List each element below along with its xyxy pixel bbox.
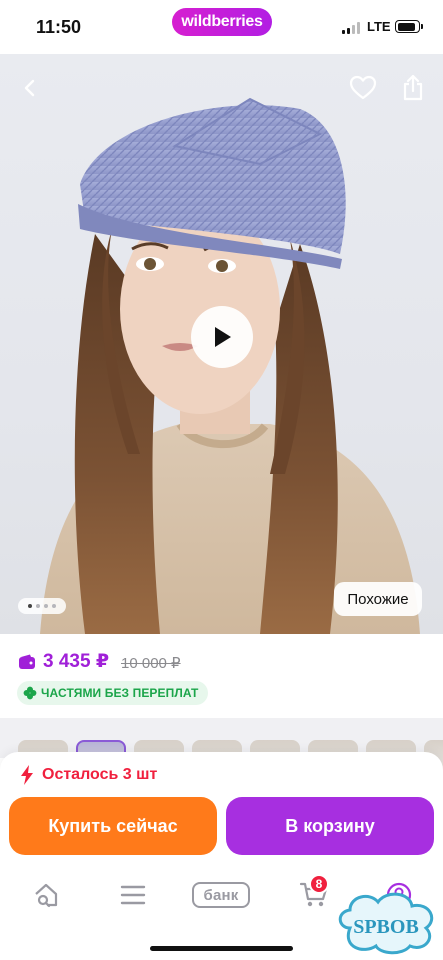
current-price: 3 435 ₽ <box>43 651 110 672</box>
pager-dot <box>28 604 32 608</box>
pager-dot <box>36 604 40 608</box>
pager-dot <box>52 604 56 608</box>
favorite-button[interactable] <box>345 70 381 106</box>
tab-bank[interactable]: банк <box>192 878 250 912</box>
watermark-text: SPBOB <box>353 916 419 938</box>
old-price: 10 000 ₽ <box>121 655 181 672</box>
price-block: 3 435 ₽ 10 000 ₽ ЧАСТЯМИ БЕЗ ПЕРЕПЛАТ <box>0 634 443 726</box>
tab-catalog[interactable] <box>115 878 151 912</box>
stock-text: Осталось 3 шт <box>42 766 158 783</box>
home-indicator <box>150 946 293 951</box>
lightning-icon <box>21 765 33 785</box>
network-type: LTE <box>367 19 391 34</box>
battery-tip <box>421 24 423 29</box>
buy-now-button[interactable]: Купить сейчас <box>9 797 217 855</box>
menu-icon <box>120 885 146 905</box>
play-video-button[interactable] <box>191 306 253 368</box>
share-icon <box>403 74 423 101</box>
battery-icon <box>395 20 420 33</box>
brand-logo[interactable]: wildberries <box>172 8 272 36</box>
bank-label: банк <box>192 882 250 908</box>
spbob-watermark: SPBOB <box>338 892 434 955</box>
add-to-cart-button[interactable]: В корзину <box>226 797 434 855</box>
play-icon <box>215 327 231 347</box>
share-button[interactable] <box>395 70 431 106</box>
stock-indicator: Осталось 3 шт <box>20 765 157 785</box>
status-bar: 11:50 wildberries LTE <box>0 0 443 54</box>
home-search-icon <box>35 883 58 908</box>
installments-label: ЧАСТЯМИ БЕЗ ПЕРЕПЛАТ <box>41 686 199 700</box>
status-time: 11:50 <box>36 17 82 37</box>
tab-home[interactable] <box>28 878 64 912</box>
clover-icon <box>23 686 37 700</box>
chevron-left-icon <box>24 79 35 97</box>
wallet-icon <box>19 654 35 669</box>
cart-count-badge: 8 <box>309 874 329 894</box>
installments-badge[interactable]: ЧАСТЯМИ БЕЗ ПЕРЕПЛАТ <box>17 681 209 705</box>
cellular-signal-icon <box>342 22 362 34</box>
heart-icon <box>349 75 377 100</box>
back-button[interactable] <box>12 70 48 106</box>
similar-button[interactable]: Похожие <box>334 582 422 616</box>
pager-dot <box>44 604 48 608</box>
image-pager <box>18 598 66 614</box>
product-media[interactable]: Похожие <box>0 54 443 634</box>
